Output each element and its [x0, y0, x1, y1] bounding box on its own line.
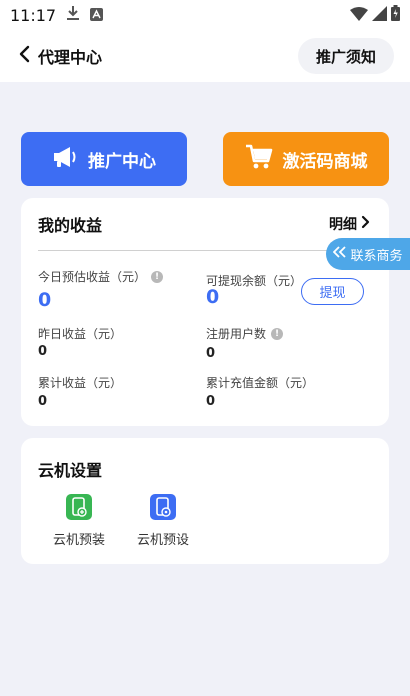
yesterday-label-row: 昨日收益（元） — [38, 325, 122, 342]
activation-code-mall-button[interactable]: 激活码商城 — [223, 132, 389, 186]
cloud-settings-title: 云机设置 — [38, 461, 103, 480]
chevron-right-icon — [361, 215, 371, 233]
header: 代理中心 推广须知 — [0, 30, 410, 82]
wifi-icon — [350, 6, 368, 25]
contact-business-tab[interactable]: 联系商务 — [326, 238, 410, 270]
double-chevron-left-icon — [333, 246, 347, 262]
promotion-center-button[interactable]: 推广中心 — [21, 132, 187, 186]
today-estimate-label-row: 今日预估收益（元） ! — [38, 268, 164, 285]
contact-business-label: 联系商务 — [350, 248, 403, 264]
page-title: 代理中心 — [38, 48, 103, 67]
promotion-center-label: 推广中心 — [88, 151, 156, 172]
cumulative-recharge-label-row: 累计充值金额（元） — [206, 374, 314, 391]
phone-install-icon — [66, 494, 92, 520]
registered-users-label: 注册用户数 — [206, 327, 267, 341]
yesterday-value: 0 — [38, 344, 48, 359]
withdrawable-label-row: 可提现余额（元） — [206, 272, 302, 289]
status-left: 11:17 — [10, 5, 104, 25]
cumulative-label: 累计收益（元） — [38, 376, 123, 390]
yesterday-label: 昨日收益（元） — [38, 327, 123, 341]
cumulative-recharge-label: 累计充值金额（元） — [206, 376, 315, 390]
cloud-preinstall-label: 云机预装 — [52, 533, 105, 548]
download-icon — [66, 5, 80, 25]
cloud-settings-card: 云机设置 云机预装 云机预设 — [21, 438, 389, 564]
info-icon[interactable]: ! — [151, 270, 164, 283]
shopping-cart-icon — [245, 144, 273, 175]
registered-users-value: 0 — [206, 346, 216, 361]
today-estimate-value: 0 — [38, 289, 52, 311]
phone-preset-icon — [150, 494, 176, 520]
status-right — [350, 5, 400, 25]
activation-code-mall-label: 激活码商城 — [282, 151, 368, 172]
app-notification-icon — [90, 6, 104, 25]
cloud-preset-label: 云机预设 — [136, 533, 189, 548]
divider — [38, 250, 356, 251]
cloud-preset-item[interactable]: 云机预设 — [128, 494, 198, 548]
megaphone-icon — [52, 145, 78, 174]
cloud-preinstall-item[interactable]: 云机预装 — [44, 494, 114, 548]
status-bar: 11:17 — [0, 0, 410, 30]
promotion-notice-button[interactable]: 推广须知 — [297, 38, 394, 74]
earnings-title: 我的收益 — [38, 216, 103, 235]
info-icon[interactable]: ! — [271, 327, 284, 340]
detail-label: 明细 — [329, 217, 357, 233]
withdrawable-label: 可提现余额（元） — [206, 274, 303, 288]
cumulative-recharge-value: 0 — [206, 394, 216, 409]
signal-icon — [372, 5, 387, 25]
cumulative-value: 0 — [38, 394, 48, 409]
battery-icon — [391, 5, 400, 25]
registered-users-label-row: 注册用户数 ! — [206, 325, 284, 342]
earnings-card: 我的收益 明细 今日预估收益（元） ! 0 可提现余额（元） 0 提现 昨日收益… — [21, 198, 389, 426]
chevron-left-icon — [18, 45, 32, 67]
cumulative-label-row: 累计收益（元） — [38, 374, 122, 391]
today-estimate-label: 今日预估收益（元） — [38, 270, 147, 284]
withdrawable-value: 0 — [206, 286, 220, 308]
withdraw-button[interactable]: 提现 — [301, 278, 364, 305]
status-time: 11:17 — [10, 5, 57, 25]
earnings-detail-link[interactable]: 明细 — [329, 214, 371, 234]
back-button[interactable]: 代理中心 — [18, 44, 102, 68]
